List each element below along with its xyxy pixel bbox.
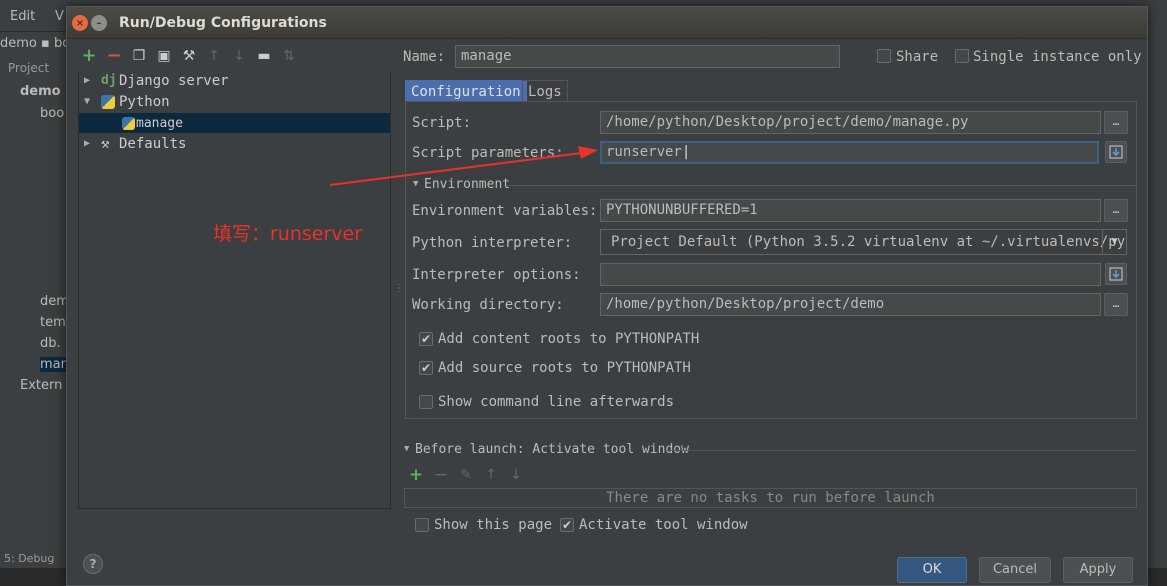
annotation-text: 填写：runserver [213,223,363,245]
annotation-arrow [329,146,598,186]
